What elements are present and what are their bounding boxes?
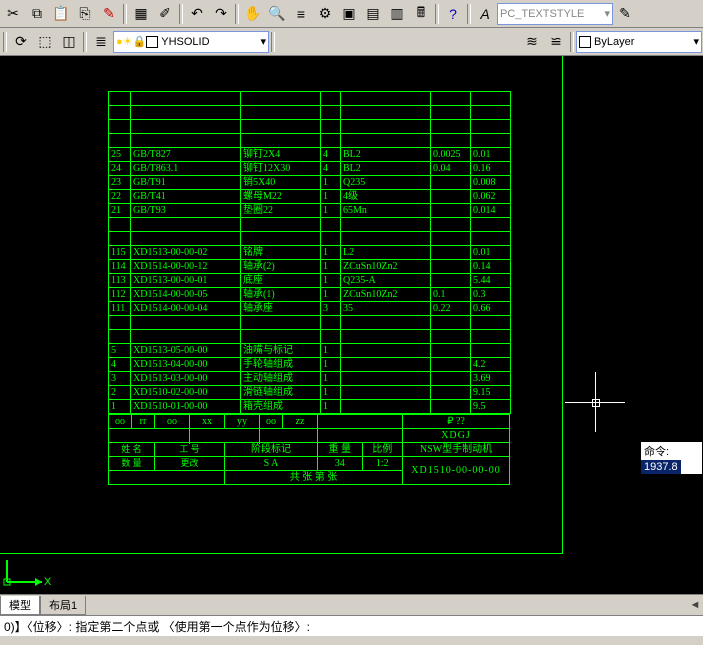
dist-icon[interactable]: ≡ [290,3,312,25]
markup-icon[interactable]: ▥ [386,3,408,25]
layer-value: YHSOLID [161,36,209,48]
table-row [109,232,511,246]
table-row [109,316,511,330]
wblock-icon[interactable]: ◫ [58,31,80,53]
svg-text:X: X [44,576,52,588]
table-row: 4XD1513-04-00-00手轮轴组成14.2 [109,358,511,372]
command-line[interactable]: 0)】〈位移〉: 指定第二个点或 〈使用第一个点作为位移〉: [0,615,703,636]
laymcur-icon[interactable]: ≋ [521,31,543,53]
dynamic-input[interactable]: 命令: 1937.8 [640,441,703,475]
drawing-bom: 25GB/T827铆钉2X44BL20.00250.0124GB/T863.1铆… [108,91,558,485]
color-combo[interactable]: ByLayer▾ [576,31,702,53]
separator [570,32,574,52]
table-row: 3XD1513-03-00-00主动轴组成13.69 [109,372,511,386]
layers-icon[interactable]: ≣ [90,31,112,53]
toolbar-standard: ✂ ⧉ 📋 ⎘ ✎ ▦ ✐ ↶ ↷ ✋ 🔍 ≡ ⚙ ▣ ▤ ▥ 🖩 ? A PC… [0,0,703,28]
scale-lbl: 比例 [362,443,402,457]
table-row: 5XD1513-05-00-00油嘴与标记1 [109,344,511,358]
drawing-number: XD1510-00-00-00 [402,457,509,485]
table-row: 23GB/T91销5X401Q2350.008 [109,176,511,190]
separator [179,4,183,24]
sheet-lbl: 重 量 [318,443,363,457]
color-value: ByLayer [594,36,634,48]
copy-icon[interactable]: ⧉ [26,3,48,25]
table-row [109,218,511,232]
separator [467,4,471,24]
table-row: 112XD1514-00-00-05轴承(1)1ZCuSn10Zn20.10.3 [109,288,511,302]
separator [83,32,87,52]
table-row: 1XD1510-01-00-00箱壳组成19.5 [109,400,511,414]
table-row: 111XD1514-00-00-04轴承座3350.220.66 [109,302,511,316]
cad-viewport[interactable]: 25GB/T827铆钉2X44BL20.00250.0124GB/T863.1铆… [0,56,703,594]
paste-icon[interactable]: 📋 [50,3,72,25]
toolbar-layers: ⟳ ⬚ ◫ ≣ ●☀🔒YHSOLID▾ ≋ ≌ ByLayer▾ [0,28,703,56]
separator [123,4,127,24]
regen-icon[interactable]: ⟳ [10,31,32,53]
calc-icon[interactable]: 🖩 [410,3,432,25]
props-icon[interactable]: ⚙ [314,3,336,25]
scale-val: 1:2 [362,457,402,471]
input-label: 命令: [641,442,672,460]
clone-icon[interactable]: ⎘ [74,3,96,25]
layout-tabs: 模型 布局1 ◄ [0,594,703,615]
layer-combo[interactable]: ●☀🔒YHSOLID▾ [113,31,269,53]
textstyle-combo[interactable]: PC_TEXTSTYLE▾ [497,3,613,25]
separator [271,32,275,52]
table-row [109,330,511,344]
scroll-left-icon[interactable]: ◄ [687,599,703,611]
tab-model[interactable]: 模型 [0,596,40,615]
textstyle-icon[interactable]: A [474,3,496,25]
table-row: 22GB/T41螺母M2214级0.062 [109,190,511,204]
input-value: 1937.8 [641,460,681,474]
product-name: NSW型手制动机 [402,443,509,457]
stage-val: S A [225,457,318,471]
layprev-icon[interactable]: ≌ [545,31,567,53]
table-row: 113XD1513-00-00-01底座1Q235-A5.44 [109,274,511,288]
cut-icon[interactable]: ✂ [2,3,24,25]
block-icon[interactable]: ⬚ [34,31,56,53]
zoom-icon[interactable]: 🔍 [266,3,288,25]
palette-icon[interactable]: ▦ [130,3,152,25]
dc-icon[interactable]: ▣ [338,3,360,25]
org-name: XDGJ [402,429,509,443]
title-block: oorroo xxyyoo zz ₽ ?? XDGJ NSW型手制动机 姓 名工… [108,414,510,485]
ucs-icon: X [2,557,52,592]
table-row: 2XD1510-02-00-00滑链轴组成19.15 [109,386,511,400]
erase-icon[interactable]: ✐ [154,3,176,25]
help-icon[interactable]: ? [442,3,464,25]
table-row: 115XD1513-00-00-02铭牌1L20.01 [109,246,511,260]
tpal-icon[interactable]: ▤ [362,3,384,25]
table-row: 25GB/T827铆钉2X44BL20.00250.01 [109,148,511,162]
separator [3,32,7,52]
undo-icon[interactable]: ↶ [186,3,208,25]
separator [435,4,439,24]
pan-icon[interactable]: ✋ [242,3,264,25]
redo-icon[interactable]: ↷ [210,3,232,25]
table-row: 24GB/T863.1铆钉12X304BL20.040.16 [109,162,511,176]
stage-hdr: 阶段标记 [225,443,318,457]
separator [235,4,239,24]
dimstyle-icon[interactable]: ✎ [614,3,636,25]
tab-layout1[interactable]: 布局1 [40,596,86,615]
table-row: 21GB/T93垫圈22165Mn0.014 [109,204,511,218]
table-row: 114XD1514-00-00-12轴承(2)1ZCuSn10Zn20.14 [109,260,511,274]
matchprop-icon[interactable]: ✎ [98,3,120,25]
sheet-val: 34 [318,457,363,471]
textstyle-value: PC_TEXTSTYLE [500,8,584,20]
bom-table: 25GB/T827铆钉2X44BL20.00250.0124GB/T863.1铆… [108,91,511,414]
sheet-count: 共 张 第 张 [225,471,403,485]
